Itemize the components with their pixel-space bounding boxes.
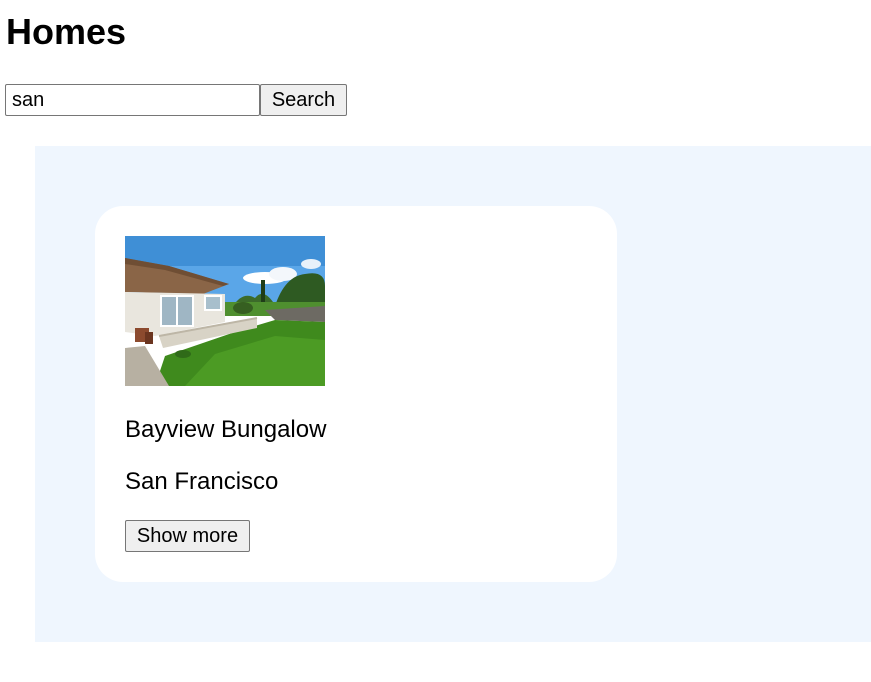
results-panel: Bayview Bungalow San Francisco Show more xyxy=(35,146,871,642)
search-bar: Search xyxy=(5,84,347,116)
home-name: Bayview Bungalow xyxy=(125,416,327,443)
search-input[interactable] xyxy=(5,84,260,116)
search-button[interactable]: Search xyxy=(260,84,347,116)
home-card: Bayview Bungalow San Francisco Show more xyxy=(95,206,617,582)
home-city: San Francisco xyxy=(125,468,279,495)
show-more-button[interactable]: Show more xyxy=(125,520,250,552)
page-title: Homes xyxy=(6,11,127,52)
home-photo xyxy=(125,236,325,386)
